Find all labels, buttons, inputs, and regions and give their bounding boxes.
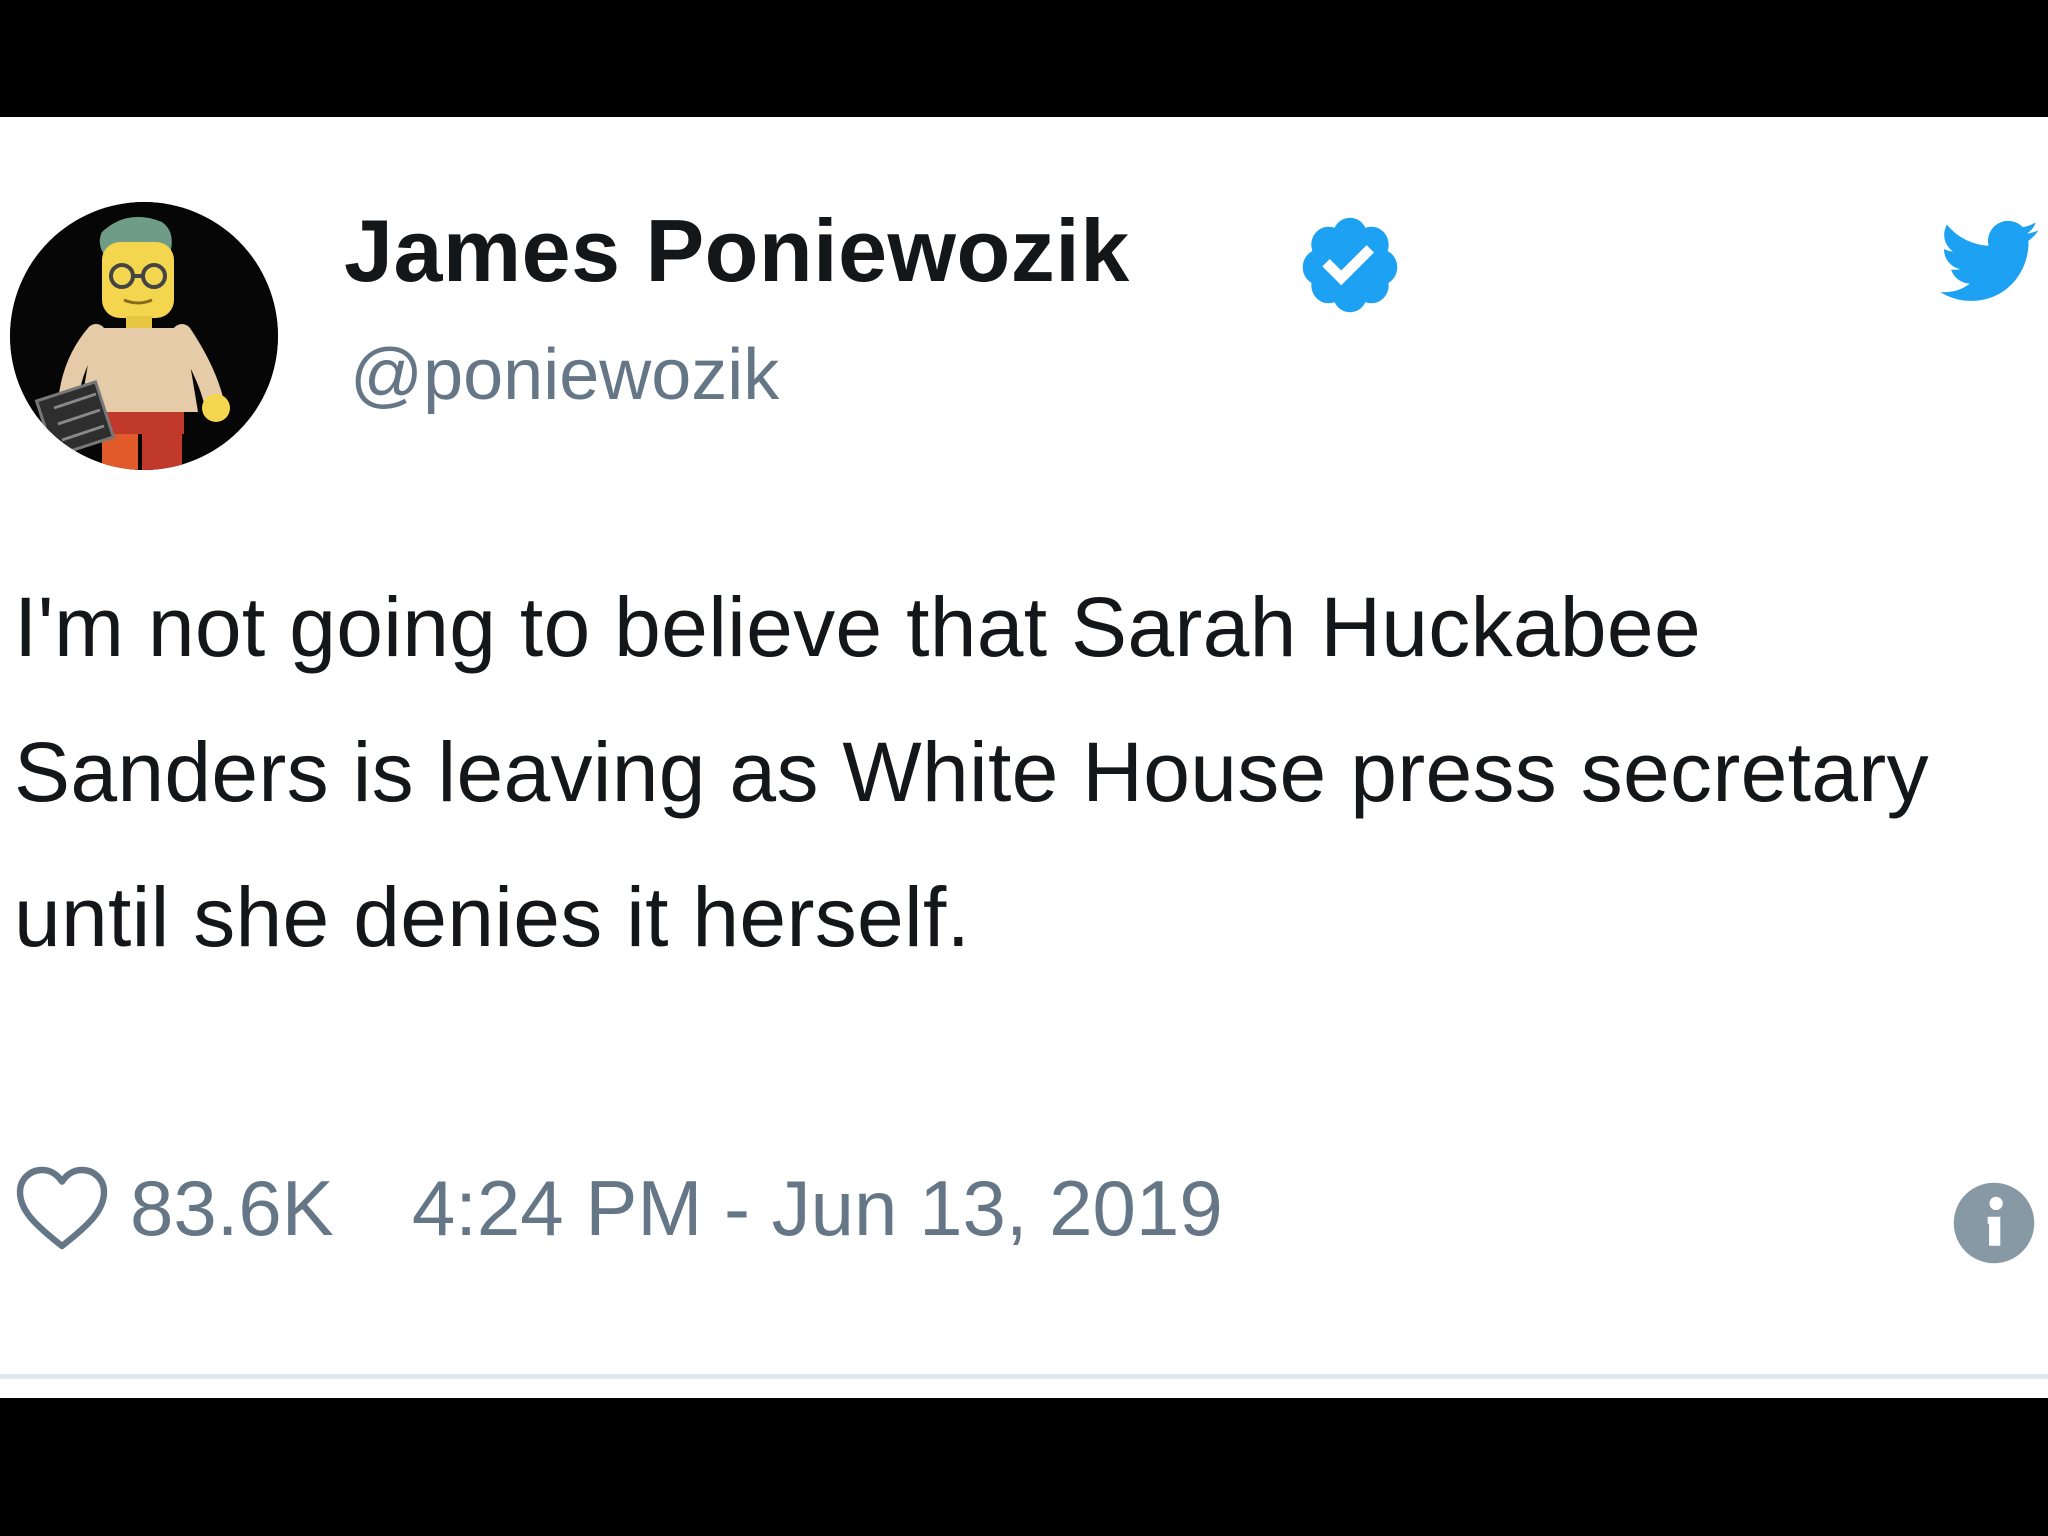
display-name[interactable]: James Poniewozik <box>344 207 1130 295</box>
verified-badge-icon <box>1302 217 1398 313</box>
twitter-bird-icon[interactable] <box>1936 209 2048 313</box>
avatar[interactable] <box>10 202 278 470</box>
tweet-text: I'm not going to believe that Sarah Huck… <box>14 580 1929 964</box>
handle[interactable]: @poniewozik <box>350 339 779 411</box>
like-count[interactable]: 83.6K <box>130 1169 334 1247</box>
info-icon[interactable] <box>1952 1181 2036 1265</box>
letterbox-top <box>0 0 2048 117</box>
tweet-footer: 83.6K 4:24 PM - Jun 13, 2019 <box>14 1163 1223 1253</box>
letterbox-bottom <box>0 1398 2048 1536</box>
tweet-timestamp[interactable]: 4:24 PM - Jun 13, 2019 <box>412 1169 1223 1247</box>
heart-icon[interactable] <box>14 1164 110 1252</box>
card-divider <box>0 1374 2048 1398</box>
lego-minifigure-avatar <box>10 202 278 470</box>
tweet-card: James Poniewozik @poniewozik I'm not goi… <box>0 117 2048 1398</box>
